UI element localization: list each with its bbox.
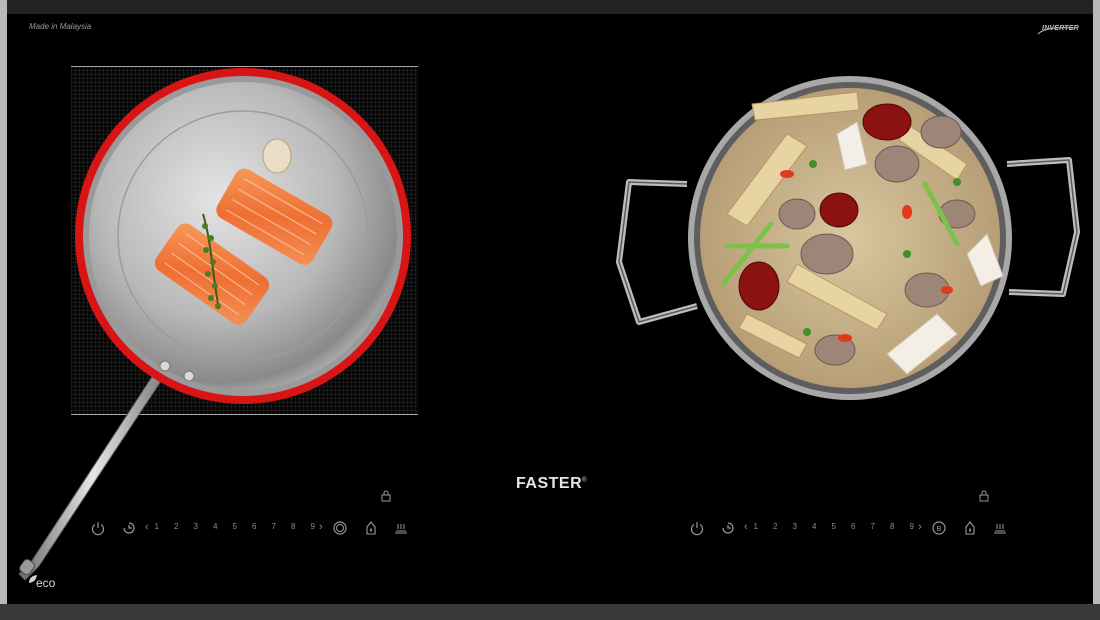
heat-icon[interactable] (363, 520, 379, 536)
pan-illustrations (18, 68, 1080, 581)
power-level-7[interactable]: 7 (863, 522, 883, 531)
controls-left: ‹ 123456789 › (87, 520, 417, 538)
frying-pan (75, 68, 411, 404)
power-level-slider[interactable]: ‹ 123456789 › (744, 521, 922, 534)
power-icon[interactable] (90, 520, 106, 536)
pan-handle (18, 365, 168, 581)
power-level-5[interactable]: 5 (824, 522, 844, 531)
power-level-6[interactable]: 6 (844, 522, 864, 531)
power-level-3[interactable]: 3 (785, 522, 805, 531)
timer-icon[interactable] (121, 520, 137, 536)
power-level-2[interactable]: 2 (167, 522, 187, 531)
power-level-7[interactable]: 7 (264, 522, 284, 531)
eco-label: eco (36, 576, 56, 590)
lock-icon[interactable] (381, 490, 391, 502)
power-level-slider[interactable]: ‹ 123456789 › (145, 521, 323, 534)
keep-warm-icon[interactable] (393, 520, 409, 536)
power-level-1[interactable]: 1 (746, 522, 766, 531)
power-level-8[interactable]: 8 (284, 522, 304, 531)
frame-top (0, 0, 1100, 14)
power-icon[interactable] (689, 520, 705, 536)
svg-text:B: B (937, 526, 942, 533)
power-level-5[interactable]: 5 (225, 522, 245, 531)
frame-bottom (0, 604, 1100, 620)
power-level-8[interactable]: 8 (883, 522, 903, 531)
timer-icon[interactable] (720, 520, 736, 536)
boost-icon[interactable]: B (931, 520, 947, 536)
brand-registered-mark: ® (582, 477, 588, 484)
stew-pot (688, 76, 1012, 400)
boost-icon[interactable] (332, 520, 348, 536)
eco-logo: eco (28, 574, 64, 592)
power-level-2[interactable]: 2 (766, 522, 786, 531)
power-level-6[interactable]: 6 (245, 522, 265, 531)
power-level-4[interactable]: 4 (805, 522, 825, 531)
heat-icon[interactable] (962, 520, 978, 536)
induction-cooktop: Made in Malaysia INVERTER FASTER® ‹ 1 2 … (7, 14, 1093, 604)
brand-logo: FASTER® (516, 475, 587, 493)
power-level-3[interactable]: 3 (186, 522, 206, 531)
controls-right: ‹ 123456789 › B (686, 520, 1016, 538)
frame-left (0, 0, 7, 620)
power-level-1[interactable]: 1 (147, 522, 167, 531)
lock-icon[interactable] (979, 490, 989, 502)
power-level-4[interactable]: 4 (206, 522, 226, 531)
brand-name: FASTER (516, 475, 583, 492)
frame-right (1093, 0, 1100, 620)
keep-warm-icon[interactable] (992, 520, 1008, 536)
